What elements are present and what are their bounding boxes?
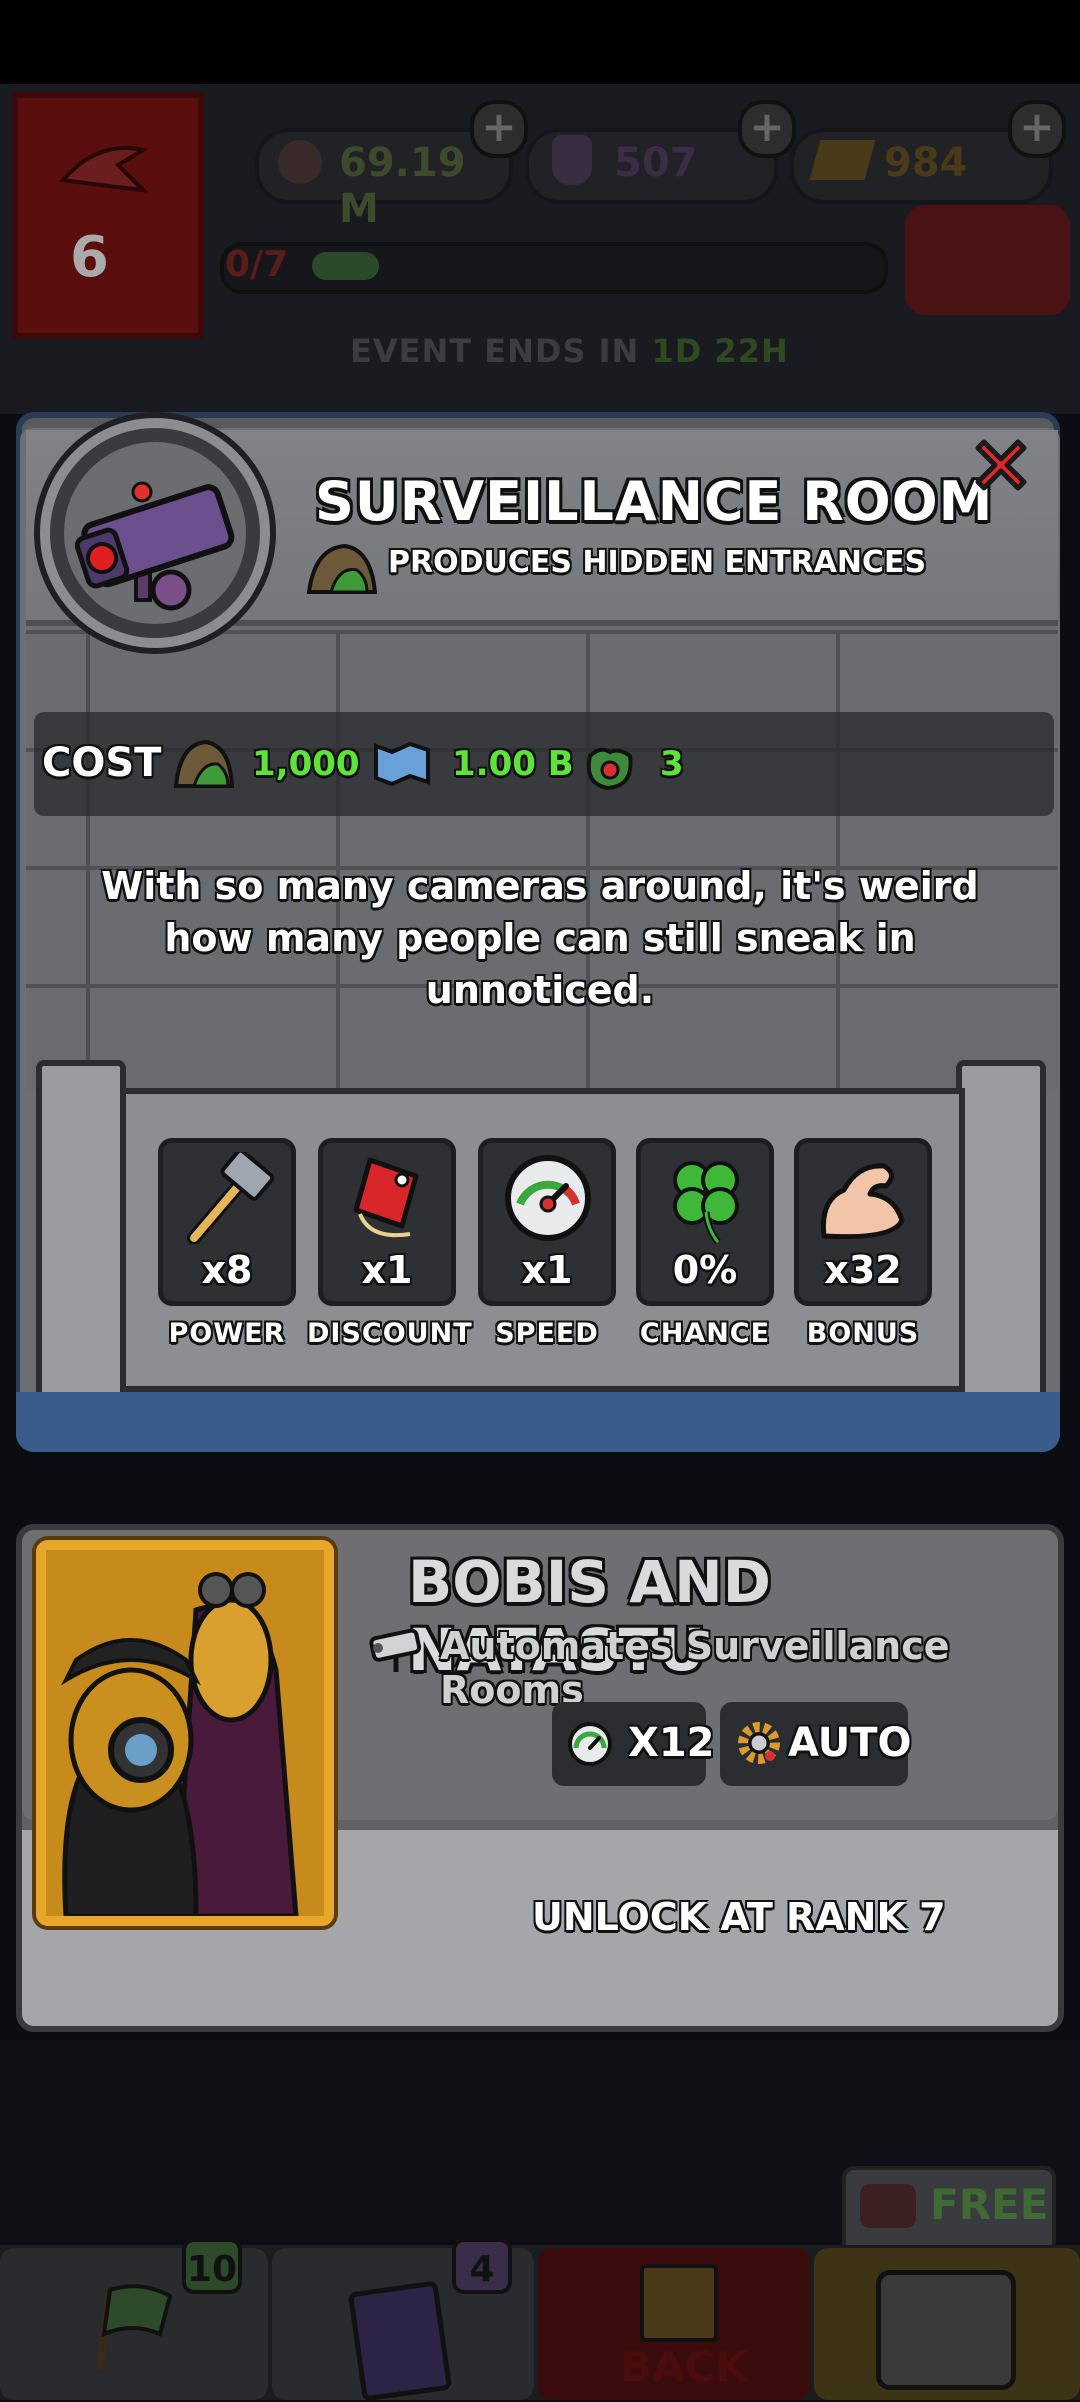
stat-bonus-value: x32 — [824, 1248, 902, 1292]
rank-progress-text: 0/7 — [225, 244, 289, 285]
cost-label: COST — [42, 740, 162, 786]
hidden-entrance-icon — [306, 543, 377, 594]
close-icon[interactable] — [968, 432, 1034, 498]
price-tag-icon — [353, 1157, 419, 1237]
stat-chance-value: 0% — [672, 1248, 738, 1292]
building-description: With so many cameras around, it's weird … — [101, 864, 979, 1012]
building-subtitle: PRODUCES HIDDEN ENTRANCES — [388, 545, 927, 580]
treasure-chest-icon — [876, 2270, 1016, 2390]
cards-icon — [347, 2280, 453, 2402]
manager-auto-chip: AUTO — [720, 1702, 912, 1786]
stat-bonus-label: BONUS — [806, 1318, 920, 1349]
add-gold-button[interactable]: + — [1008, 100, 1066, 158]
rank-progress-fill — [312, 252, 379, 280]
manager-auto-label: AUTO — [788, 1720, 912, 1766]
event-label: EVENT ENDS IN — [350, 332, 640, 370]
plank-post-left — [36, 1060, 126, 1430]
potion-jar-icon — [552, 135, 592, 185]
speedometer-small-icon — [568, 1722, 612, 1766]
potion-value: 507 — [614, 140, 698, 186]
stat-discount-label: DISCOUNT — [307, 1318, 473, 1349]
manager-description: Automates Surveillance Rooms — [440, 1624, 950, 1712]
rock-resource-icon — [173, 739, 234, 788]
manager-portrait[interactable] — [36, 1540, 334, 1926]
status-bar — [0, 0, 1080, 84]
building-title: SURVEILLANCE ROOM — [315, 470, 994, 533]
manager-speed-chip: X12 — [552, 1702, 715, 1786]
stat-power-label: POWER — [168, 1318, 286, 1349]
rank-number: 6 — [70, 225, 109, 290]
back-label: BACK — [620, 2342, 748, 2391]
shark-icon — [59, 146, 148, 193]
flag-icon — [96, 2284, 173, 2371]
manager-speed-value: X12 — [628, 1720, 715, 1766]
flexed-arm-icon — [820, 1163, 905, 1240]
cost-rock-value: 1,000 — [252, 744, 360, 784]
hammer-icon — [187, 1152, 275, 1244]
stat-power-value: x8 — [201, 1248, 253, 1292]
free-chest-icon — [860, 2184, 916, 2228]
cost-cash-value: 3 — [660, 744, 684, 784]
plank-post-right — [956, 1060, 1046, 1430]
cash-bag-icon — [586, 747, 633, 791]
security-camera-small-icon — [369, 1628, 422, 1672]
event-time: 1D 22H — [651, 332, 789, 370]
stat-discount-value: x1 — [361, 1248, 413, 1292]
free-label: FREE — [930, 2180, 1049, 2229]
stat-speed-label: SPEED — [495, 1318, 599, 1349]
modal-bottom-trim — [16, 1392, 1060, 1452]
clover-icon — [673, 1161, 739, 1245]
auto-gear-icon — [738, 1722, 780, 1764]
speedometer-icon — [505, 1155, 591, 1241]
gold-bars-icon — [809, 140, 876, 180]
event-timer: EVENT ENDS IN 1D 22H — [350, 332, 789, 370]
cash-bag-icon — [278, 140, 322, 184]
gold-value: 984 — [884, 140, 968, 186]
add-cash-button[interactable]: + — [470, 100, 528, 158]
add-potion-button[interactable]: + — [738, 100, 796, 158]
unlock-requirement: UNLOCK AT RANK 7 — [532, 1895, 946, 1939]
cost-map-value: 1.00 B — [452, 744, 574, 784]
map-scroll-icon — [374, 741, 430, 787]
stat-speed-value: x1 — [521, 1248, 573, 1292]
missions-badge: 10 — [182, 2238, 242, 2294]
back-hand-icon — [640, 2264, 718, 2342]
manager-characters-icon — [46, 1550, 324, 1919]
stat-chance-label: CHANCE — [639, 1318, 771, 1349]
cards-badge: 4 — [452, 2238, 512, 2294]
rank-up-button[interactable] — [905, 205, 1070, 315]
security-camera-icon — [74, 481, 235, 611]
